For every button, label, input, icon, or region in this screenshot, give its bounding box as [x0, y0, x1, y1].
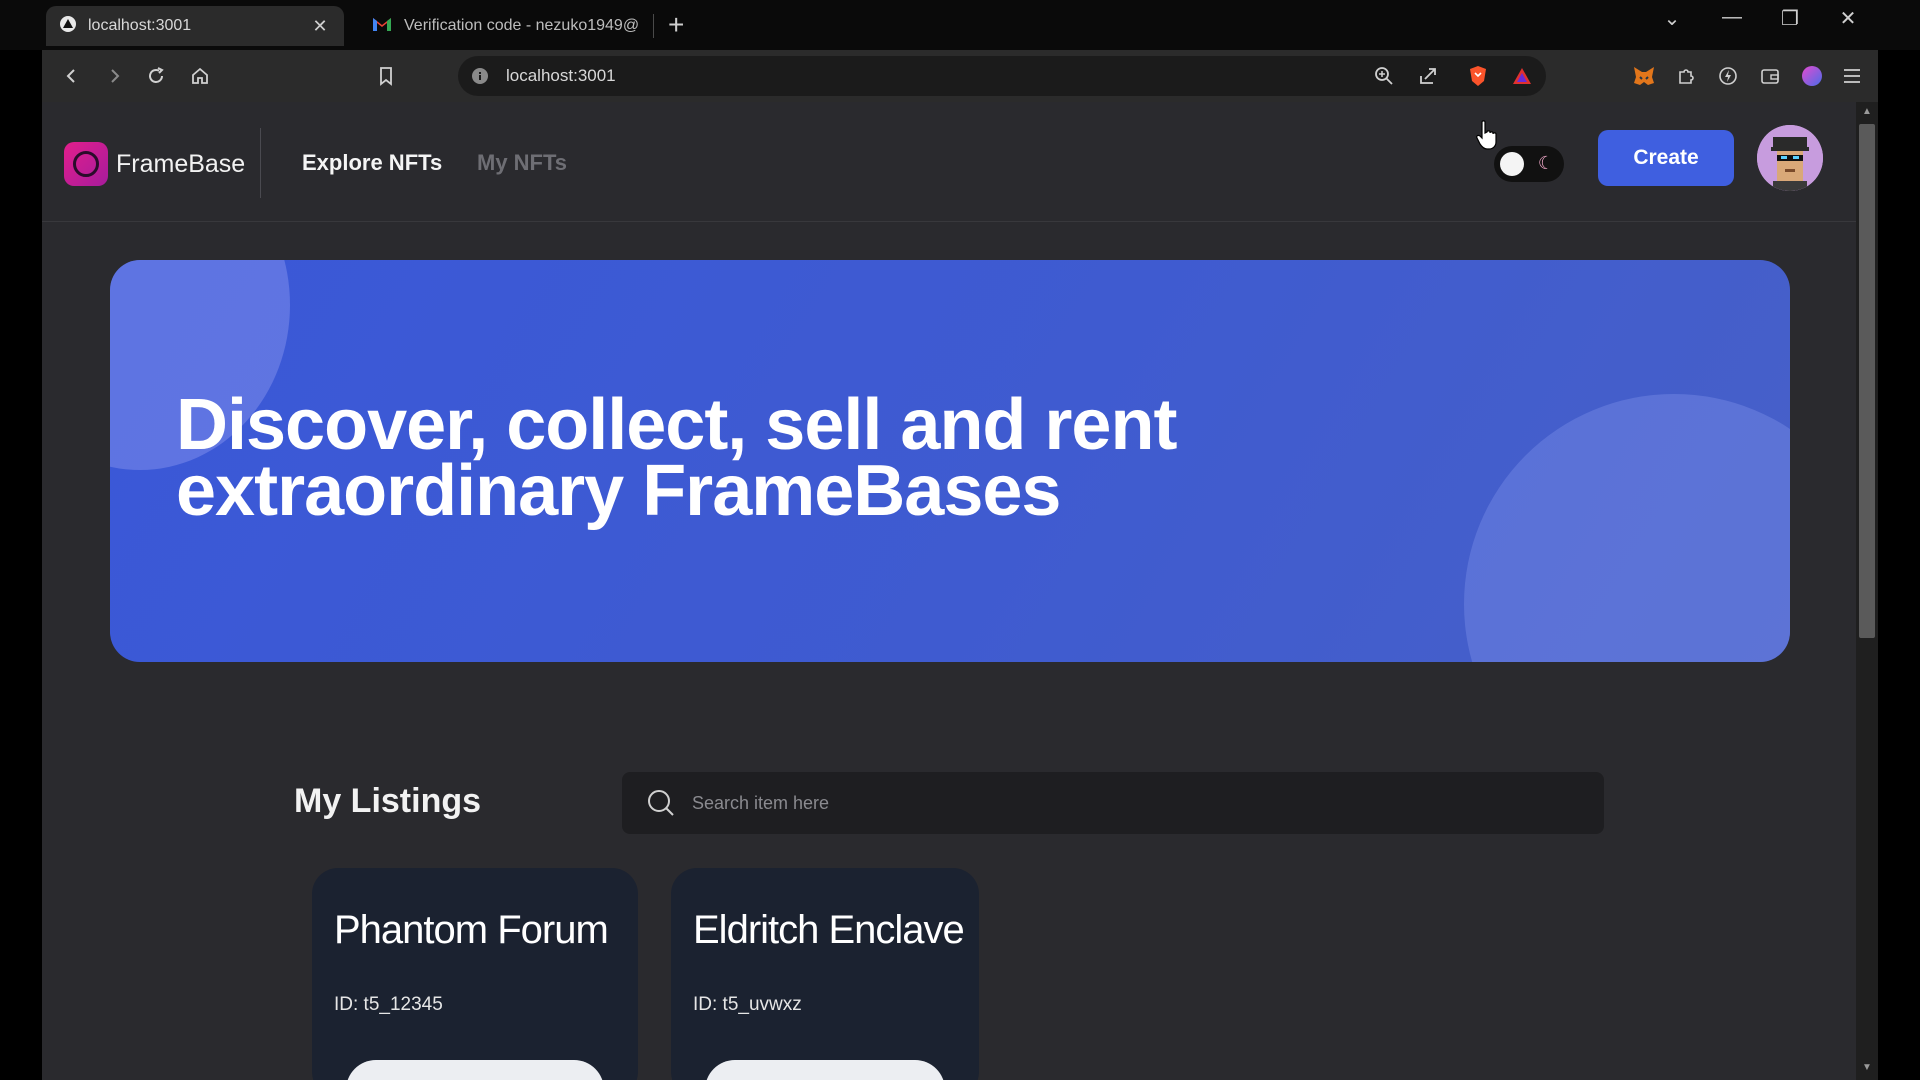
brave-shield-icon[interactable] [1466, 64, 1490, 88]
window-close-icon[interactable]: ✕ [1828, 6, 1868, 31]
listing-card[interactable]: Phantom Forum ID: t5_12345 [312, 868, 638, 1080]
brave-triangle-icon [60, 15, 76, 37]
close-icon[interactable]: ✕ [310, 16, 330, 37]
extensions-puzzle-icon[interactable] [1672, 62, 1700, 90]
create-button[interactable]: Create [1598, 130, 1734, 186]
avatar[interactable] [1757, 125, 1823, 191]
back-arrow-icon[interactable] [58, 62, 86, 90]
hero-title: Discover, collect, sell and rent extraor… [176, 385, 1177, 531]
metamask-fox-icon[interactable] [1630, 62, 1658, 90]
listing-action-button[interactable] [705, 1060, 945, 1080]
restore-icon[interactable]: ❐ [1770, 6, 1810, 31]
decorative-circle [1464, 394, 1790, 662]
browser-tab-bar: localhost:3001 ✕ Verification code - nez… [0, 0, 1920, 50]
listing-id: ID: t5_12345 [334, 994, 443, 1015]
toggle-knob [1500, 152, 1524, 176]
listing-id: ID: t5_uvwxz [693, 994, 802, 1015]
browser-tab-localhost[interactable]: localhost:3001 ✕ [46, 6, 344, 46]
hero-banner: Discover, collect, sell and rent extraor… [110, 260, 1790, 662]
hand-cursor-icon [1476, 120, 1498, 150]
browser-toolbar: localhost:3001 [42, 50, 1878, 102]
forward-arrow-icon[interactable] [100, 62, 128, 90]
address-url: localhost:3001 [506, 66, 616, 85]
listing-action-button[interactable] [346, 1060, 604, 1080]
nav-divider [260, 128, 261, 198]
listing-name: Phantom Forum [334, 908, 609, 952]
address-bar[interactable]: localhost:3001 [458, 56, 1546, 96]
nav-my-nfts[interactable]: My NFTs [477, 150, 567, 176]
page-viewport: FrameBase Explore NFTs My NFTs ☾ Create [42, 102, 1856, 1080]
framebase-logo-icon[interactable] [64, 142, 108, 186]
tab-label: localhost:3001 [88, 17, 192, 34]
profile-orb-icon[interactable] [1798, 62, 1826, 90]
scroll-down-arrow-icon[interactable]: ▼ [1856, 1062, 1878, 1073]
moon-icon: ☾ [1537, 153, 1554, 173]
theme-toggle[interactable]: ☾ [1494, 146, 1564, 182]
new-tab-plus-icon[interactable]: + [668, 10, 684, 40]
nav-explore-nfts[interactable]: Explore NFTs [302, 150, 442, 176]
scroll-up-arrow-icon[interactable]: ▲ [1856, 106, 1878, 117]
share-icon[interactable] [1416, 64, 1440, 88]
zoom-icon[interactable] [1372, 64, 1396, 88]
tab-search-chevron-icon[interactable]: ⌄ [1652, 6, 1692, 31]
browser-tab-gmail[interactable]: Verification code - nezuko1949@gm [360, 6, 650, 46]
search-input[interactable] [692, 772, 1572, 834]
section-title: My Listings [294, 782, 482, 820]
brave-rewards-icon[interactable] [1510, 64, 1534, 88]
speedreader-icon[interactable] [1714, 62, 1742, 90]
site-header: FrameBase Explore NFTs My NFTs ☾ Create [42, 102, 1856, 222]
tab-separator [653, 14, 654, 38]
bookmark-icon[interactable] [372, 62, 400, 90]
scrollbar-thumb[interactable] [1859, 124, 1875, 638]
site-info-icon[interactable] [468, 64, 492, 88]
listing-name: Eldritch Enclave [693, 908, 965, 952]
listing-card[interactable]: Eldritch Enclave ID: t5_uvwxz [671, 868, 979, 1080]
menu-hamburger-icon[interactable] [1838, 62, 1866, 90]
gmail-icon [372, 16, 392, 37]
brand-name[interactable]: FrameBase [116, 150, 245, 179]
reload-icon[interactable] [142, 62, 170, 90]
wallet-icon[interactable] [1756, 62, 1784, 90]
minimize-icon[interactable]: — [1712, 6, 1752, 29]
page-scrollbar[interactable]: ▲ ▼ [1856, 102, 1878, 1080]
search-bar[interactable] [622, 772, 1604, 834]
home-icon[interactable] [186, 62, 214, 90]
tab-label: Verification code - nezuko1949@gm [404, 17, 638, 34]
search-icon [646, 788, 676, 818]
